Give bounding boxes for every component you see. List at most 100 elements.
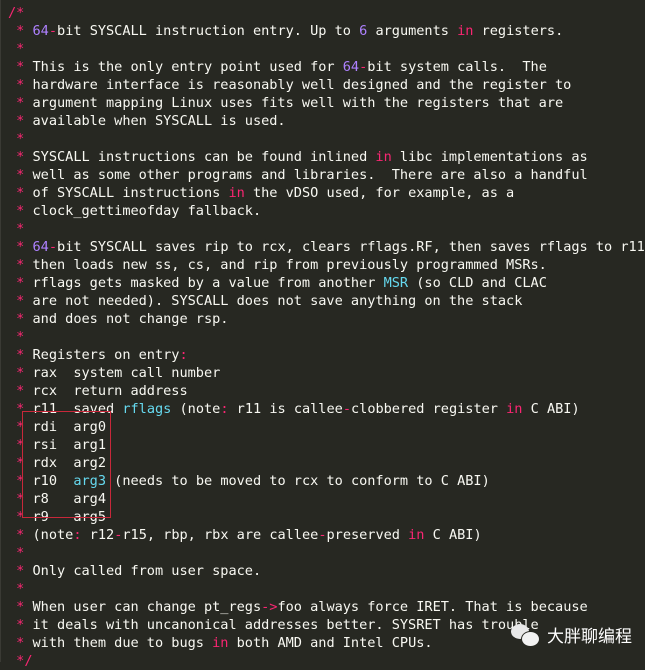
comment-marker: * [8, 239, 25, 255]
code-text: rax system call number [24, 365, 221, 381]
syntax-token: : [179, 347, 188, 363]
code-line: * [8, 40, 645, 58]
code-line: * rcx return address [8, 382, 645, 400]
syntax-token: - [48, 23, 58, 39]
syntax-token: rflags [122, 401, 172, 417]
code-text: clobbered register [350, 401, 507, 417]
code-text: bit SYSCALL saves rip to rcx, clears rfl… [57, 239, 645, 255]
code-line: * Only called from user space. [8, 562, 645, 580]
code-text: with them due to bugs [24, 635, 213, 651]
code-text: (note [24, 527, 74, 543]
code-text: and does not change rsp. [24, 311, 229, 327]
syntax-token: 64 [342, 59, 360, 75]
comment-marker: * [8, 167, 25, 183]
code-text: r15, rbp, rbx are callee [122, 527, 319, 543]
code-text: rflags gets masked by a value from anoth… [24, 275, 384, 291]
syntax-token: in [408, 527, 425, 543]
code-text: well as some other programs and librarie… [24, 167, 588, 183]
code-line: * [8, 220, 645, 238]
syntax-token: -> [261, 599, 278, 615]
syntax-token: in [457, 23, 474, 39]
code-text: rdi arg0 [24, 419, 107, 435]
syntax-token: : [73, 527, 82, 543]
comment-marker: * [8, 419, 25, 435]
code-text: C ABI) [424, 527, 482, 543]
code-line: * 64-bit SYSCALL instruction entry. Up t… [8, 22, 645, 40]
code-line: * rflags gets masked by a value from ano… [8, 274, 645, 292]
code-text: r11 saved [24, 401, 123, 417]
code-line: * available when SYSCALL is used. [8, 112, 645, 130]
comment-marker: * [8, 41, 25, 57]
comment-marker: * [8, 185, 25, 201]
code-text: rcx return address [24, 383, 188, 399]
code-line: * [8, 544, 645, 562]
code-text: When user can change pt_regs [24, 599, 262, 615]
code-line: * rdx arg2 [8, 454, 645, 472]
code-text: r12 [81, 527, 115, 543]
code-text: (needs to be moved to rcx to conform to … [106, 473, 490, 489]
code-line: * rdi arg0 [8, 418, 645, 436]
code-line: */ [8, 652, 645, 670]
comment-marker: /* [8, 5, 25, 21]
comment-marker: * [8, 401, 25, 417]
comment-marker: * [8, 275, 25, 291]
comment-marker: * [8, 95, 25, 111]
code-text: libc implementations as [391, 149, 588, 165]
code-text: SYSCALL instructions can be found inline… [24, 149, 376, 165]
code-text: then loads new ss, cs, and rip from prev… [24, 257, 547, 273]
comment-marker: * [8, 329, 25, 345]
code-line: * r8 arg4 [8, 490, 645, 508]
comment-marker: * [8, 59, 25, 75]
code-block[interactable]: /* * 64-bit SYSCALL instruction entry. U… [8, 4, 645, 670]
code-line: * r10 arg3 (needs to be moved to rcx to … [8, 472, 645, 490]
code-text: rdx arg2 [24, 455, 107, 471]
code-line: * SYSCALL instructions can be found inli… [8, 148, 645, 166]
watermark: 大胖聊编程 [511, 622, 632, 647]
code-text: available when SYSCALL is used. [24, 113, 286, 129]
comment-marker: * [8, 563, 25, 579]
comment-marker: * [8, 509, 25, 525]
code-text: C ABI) [522, 401, 580, 417]
syntax-token: in [212, 635, 229, 651]
code-text: preserved [326, 527, 409, 543]
code-text: Only called from user space. [24, 563, 262, 579]
code-line: * well as some other programs and librar… [8, 166, 645, 184]
comment-marker: * [8, 437, 25, 453]
comment-marker: * [8, 617, 25, 633]
code-text: r11 is callee [228, 401, 343, 417]
code-text: argument mapping Linux uses fits well wi… [24, 95, 564, 111]
code-text: of SYSCALL instructions [24, 185, 229, 201]
comment-marker: * [8, 293, 25, 309]
code-line: * When user can change pt_regs->foo alwa… [8, 598, 645, 616]
comment-marker: * [8, 473, 25, 489]
comment-marker: * [8, 203, 25, 219]
code-text: r8 arg4 [24, 491, 107, 507]
comment-marker: * [8, 347, 25, 363]
syntax-token: in [228, 185, 245, 201]
comment-marker: * [8, 527, 25, 543]
comment-marker: * [8, 113, 25, 129]
code-line: * r11 saved rflags (note: r11 is callee-… [8, 400, 645, 418]
comment-marker: * [8, 599, 25, 615]
code-line: * argument mapping Linux uses fits well … [8, 94, 645, 112]
code-line: * Registers on entry: [8, 346, 645, 364]
code-text: both AMD and Intel CPUs. [228, 635, 433, 651]
code-text: it deals with uncanonical addresses bett… [24, 617, 539, 633]
comment-marker: * [8, 221, 25, 237]
code-line: * r9 arg5 [8, 508, 645, 526]
code-text: are not needed). SYSCALL does not save a… [24, 293, 523, 309]
code-editor[interactable]: /* * 64-bit SYSCALL instruction entry. U… [0, 0, 645, 669]
code-text: rsi arg1 [24, 437, 107, 453]
syntax-token: 64 [32, 23, 49, 39]
code-line: * This is the only entry point used for … [8, 58, 645, 76]
syntax-token: : [220, 401, 229, 417]
code-text: This is the only entry point used for [24, 59, 343, 75]
syntax-token: - [342, 401, 351, 417]
code-text: arguments [367, 23, 458, 39]
comment-marker: * [8, 581, 25, 597]
comment-marker: * [8, 635, 25, 651]
code-text: hardware interface is reasonably well de… [24, 77, 572, 93]
code-text: (note [171, 401, 221, 417]
syntax-token: in [506, 401, 523, 417]
